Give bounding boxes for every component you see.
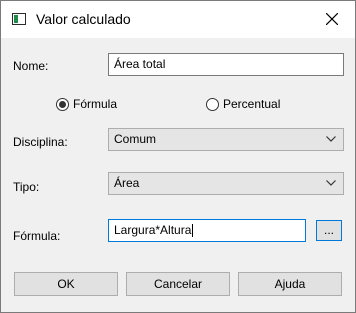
close-icon bbox=[326, 13, 338, 25]
dialog-app-icon bbox=[12, 13, 26, 25]
formula-browse-button[interactable]: ... bbox=[316, 220, 342, 241]
formula-input-value: Largura*Altura bbox=[114, 223, 192, 237]
radio-unchecked-icon bbox=[206, 97, 219, 111]
nome-label: Nome: bbox=[13, 59, 49, 73]
text-caret bbox=[192, 224, 194, 238]
disciplina-select[interactable]: Comum bbox=[108, 128, 344, 151]
ok-button[interactable]: OK bbox=[14, 272, 118, 296]
radio-checked-icon bbox=[56, 97, 69, 111]
percentual-radio-label: Percentual bbox=[223, 97, 281, 111]
calculated-value-dialog: Valor calculado Nome: Área total Fórmula… bbox=[0, 0, 356, 313]
tipo-selected-value: Área bbox=[114, 176, 140, 190]
formula-radio-label: Fórmula bbox=[73, 97, 118, 111]
cancel-button[interactable]: Cancelar bbox=[126, 272, 230, 296]
formula-label: Fórmula: bbox=[13, 229, 61, 243]
help-button[interactable]: Ajuda bbox=[238, 272, 342, 296]
title-bar: Valor calculado bbox=[1, 1, 355, 38]
window-title: Valor calculado bbox=[36, 11, 131, 27]
tipo-select[interactable]: Área bbox=[108, 172, 344, 195]
chevron-down-icon bbox=[326, 180, 336, 186]
nome-input[interactable]: Área total bbox=[108, 53, 344, 76]
disciplina-label: Disciplina: bbox=[13, 135, 68, 149]
formula-radio[interactable]: Fórmula bbox=[56, 97, 117, 111]
formula-input[interactable]: Largura*Altura bbox=[108, 219, 306, 242]
percentual-radio[interactable]: Percentual bbox=[206, 97, 280, 111]
disciplina-selected-value: Comum bbox=[114, 132, 157, 146]
close-button[interactable] bbox=[309, 1, 355, 38]
tipo-label: Tipo: bbox=[13, 180, 40, 194]
chevron-down-icon bbox=[326, 136, 336, 142]
